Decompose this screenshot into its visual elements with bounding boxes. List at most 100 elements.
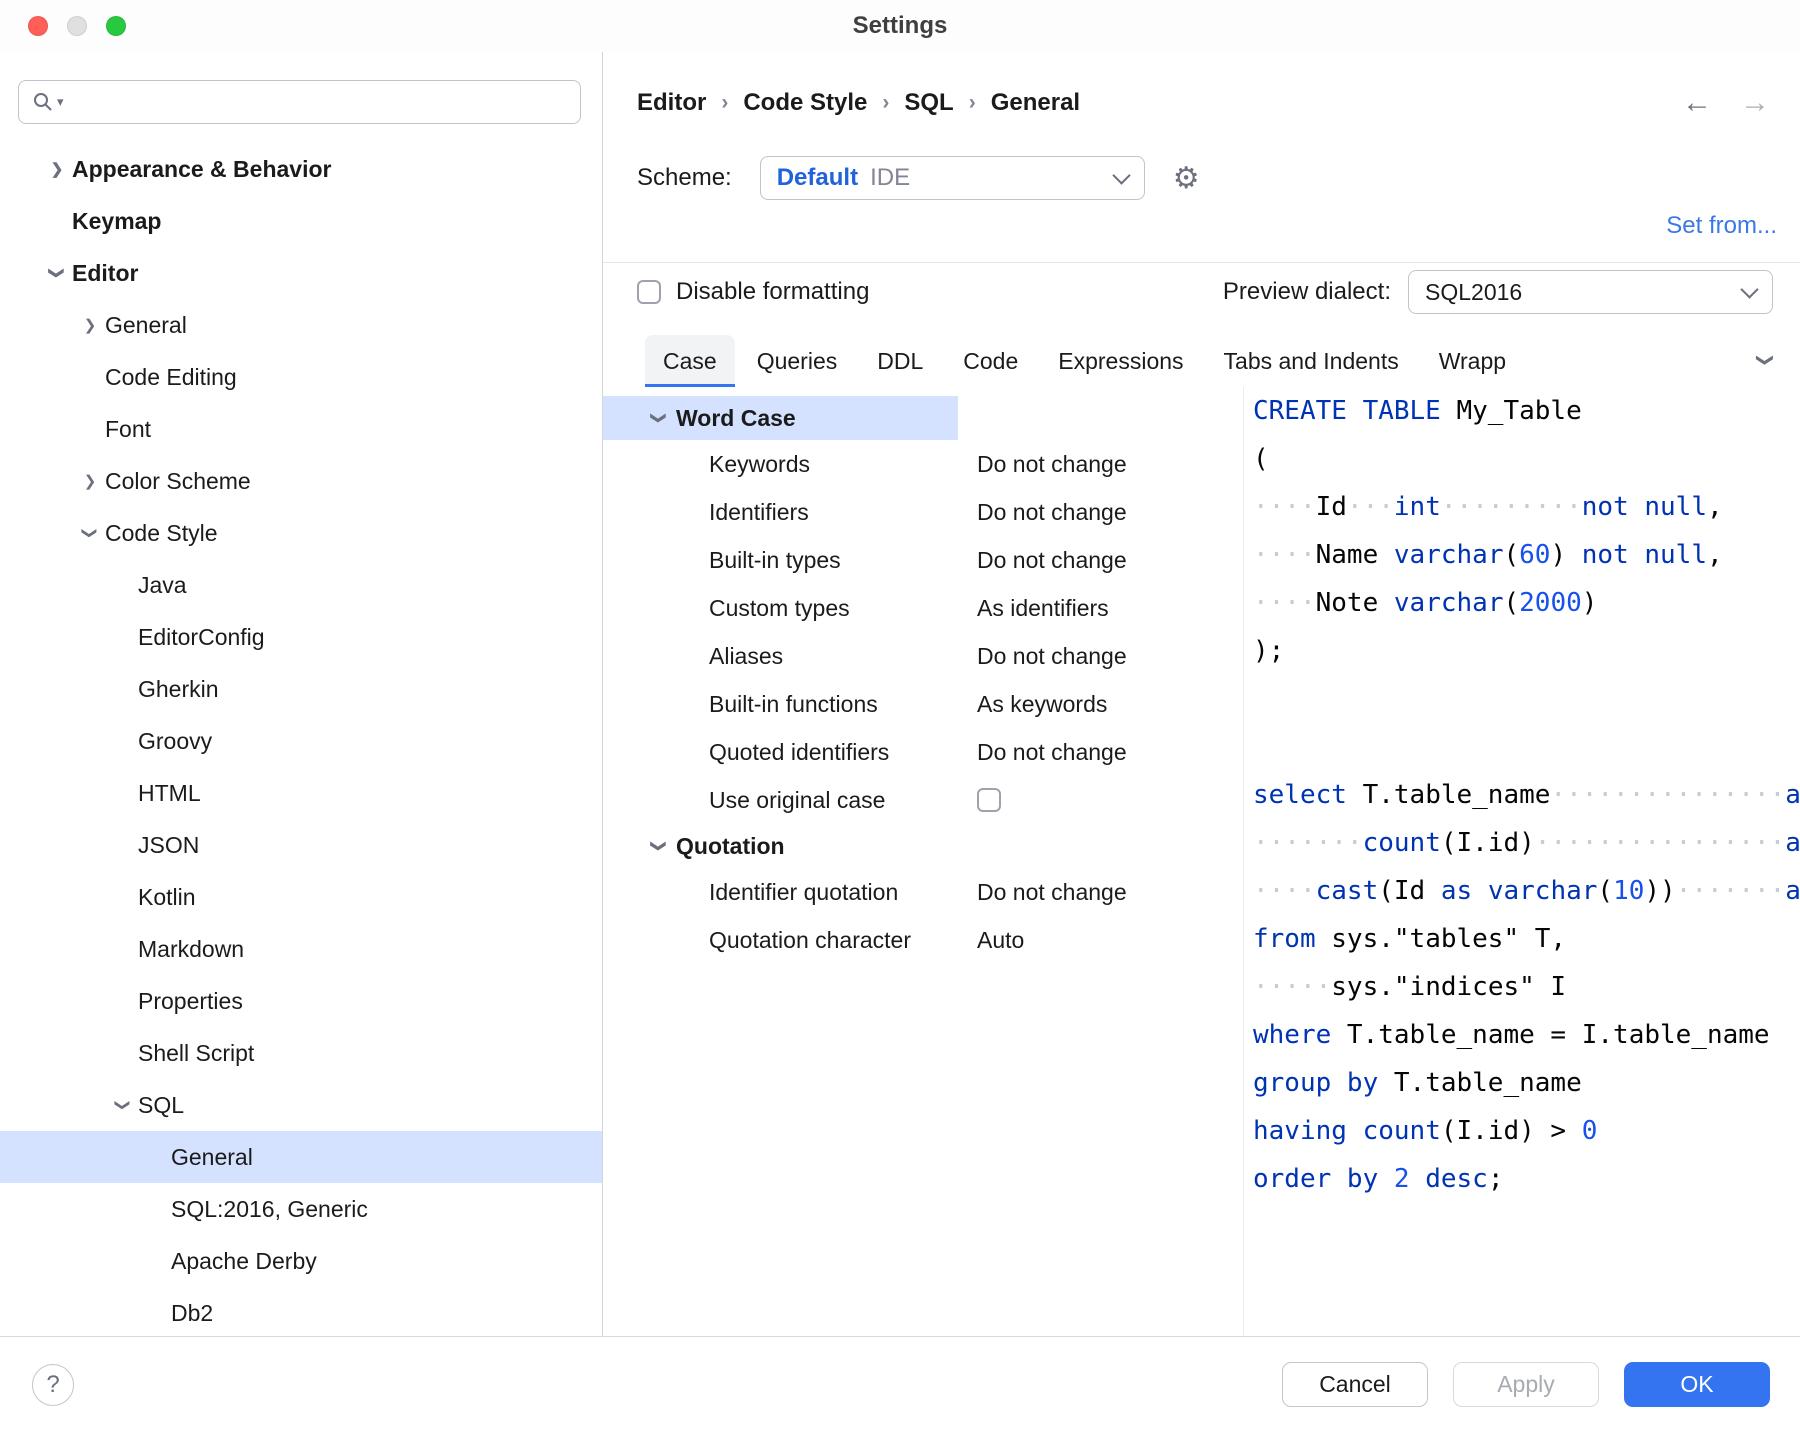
setting-value-dropdown[interactable]: Do not change (977, 547, 1127, 574)
tab-bar: CaseQueriesDDLCodeExpressionsTabs and In… (643, 335, 1730, 387)
setting-row-quoted-identifiers: Quoted identifiersDo not change (603, 728, 1243, 776)
setting-row-keywords: KeywordsDo not change (603, 440, 1243, 488)
chevron-right-icon[interactable]: ❯ (75, 316, 105, 334)
sidebar-item-label: JSON (138, 832, 199, 859)
breadcrumb-item-sql[interactable]: SQL (904, 89, 953, 117)
tab-code[interactable]: Code (945, 335, 1036, 387)
sidebar-item-general[interactable]: ❯General (0, 299, 602, 351)
chevron-down-icon (1112, 166, 1130, 184)
tab-expressions[interactable]: Expressions (1040, 335, 1201, 387)
tab-ddl[interactable]: DDL (859, 335, 941, 387)
sidebar-item-label: SQL (138, 1092, 184, 1119)
settings-tree: ❯Word CaseKeywordsDo not change Identifie… (603, 387, 1244, 1337)
setting-value-dropdown[interactable]: Do not change (977, 451, 1127, 478)
sidebar-item-shell-script[interactable]: Shell Script (0, 1027, 602, 1079)
chevron-down-icon[interactable]: ❯ (114, 1090, 132, 1120)
sidebar-item-properties[interactable]: Properties (0, 975, 602, 1027)
sidebar-item-label: HTML (138, 780, 201, 807)
close-button[interactable] (28, 16, 48, 36)
bottom-bar: ? Cancel Apply OK (0, 1336, 1800, 1432)
preview-dialect-select[interactable]: SQL2016 (1408, 270, 1773, 314)
tabs-overflow-chevron-icon[interactable]: ❯ (1755, 353, 1775, 367)
tab-tabs-and-indents[interactable]: Tabs and Indents (1206, 335, 1417, 387)
setting-row-built-in-functions: Built-in functionsAs keywords (603, 680, 1243, 728)
back-arrow-icon[interactable]: ← (1682, 86, 1712, 120)
setting-value-dropdown[interactable]: Do not change (977, 643, 1127, 670)
search-history-chevron-icon[interactable]: ▾ (57, 94, 64, 110)
sidebar-item-code-style[interactable]: ❯Code Style (0, 507, 602, 559)
forward-arrow-icon[interactable]: → (1740, 86, 1770, 120)
group-word-case[interactable]: ❯Word Case (603, 396, 1243, 440)
sidebar-item-general[interactable]: General (0, 1131, 602, 1183)
preview-dialect-label: Preview dialect: (1223, 278, 1391, 306)
sidebar-item-label: General (171, 1144, 253, 1171)
code-line: CREATE TABLE My_Table (1253, 387, 1800, 435)
chevron-right-icon[interactable]: ❯ (42, 160, 72, 178)
disable-formatting-checkbox[interactable] (637, 280, 661, 304)
setting-value-dropdown[interactable]: Do not change (977, 879, 1127, 906)
breadcrumb-item-general[interactable]: General (991, 89, 1080, 117)
ok-button[interactable]: OK (1624, 1362, 1770, 1407)
code-line: select T.table_name···············as (1253, 771, 1800, 819)
breadcrumb-item-code-style[interactable]: Code Style (743, 89, 867, 117)
chevron-down-icon[interactable]: ❯ (48, 258, 66, 288)
sidebar-item-appearance-behavior[interactable]: ❯Appearance & Behavior (0, 143, 602, 195)
breadcrumb-item-editor[interactable]: Editor (637, 89, 706, 117)
setting-row-quotation-character: Quotation characterAuto (603, 916, 1243, 964)
setting-value-dropdown[interactable]: As keywords (977, 691, 1107, 718)
sidebar-item-label: Properties (138, 988, 243, 1015)
sidebar-item-editorconfig[interactable]: EditorConfig (0, 611, 602, 663)
code-line (1253, 723, 1800, 771)
sidebar-item-markdown[interactable]: Markdown (0, 923, 602, 975)
zoom-button[interactable] (106, 16, 126, 36)
scheme-select[interactable]: Default IDE (760, 156, 1145, 200)
sidebar-item-java[interactable]: Java (0, 559, 602, 611)
sidebar-item-keymap[interactable]: Keymap (0, 195, 602, 247)
sidebar-item-kotlin[interactable]: Kotlin (0, 871, 602, 923)
setting-checkbox[interactable] (977, 788, 1001, 812)
chevron-down-icon[interactable]: ❯ (650, 833, 668, 859)
settings-window: Settings ▾ ❯Appearance & BehaviorKeymap❯… (0, 0, 1800, 1432)
tab-queries[interactable]: Queries (739, 335, 856, 387)
setting-label: Identifier quotation (709, 879, 977, 906)
setting-value-dropdown[interactable]: Do not change (977, 499, 1127, 526)
sidebar-item-apache-derby[interactable]: Apache Derby (0, 1235, 602, 1287)
disable-formatting-option[interactable]: Disable formatting (637, 278, 869, 306)
setting-label: Use original case (709, 787, 977, 814)
sidebar-item-label: Kotlin (138, 884, 196, 911)
chevron-down-icon[interactable]: ❯ (81, 518, 99, 548)
sidebar-item-label: Groovy (138, 728, 212, 755)
set-from-link[interactable]: Set from... (1666, 212, 1777, 239)
sidebar-item-editor[interactable]: ❯Editor (0, 247, 602, 299)
chevron-right-icon[interactable]: ❯ (75, 472, 105, 490)
group-quotation[interactable]: ❯Quotation (603, 824, 1243, 868)
sidebar-item-json[interactable]: JSON (0, 819, 602, 871)
search-input[interactable]: ▾ (18, 80, 581, 124)
tab-case[interactable]: Case (645, 335, 735, 387)
sidebar-item-color-scheme[interactable]: ❯Color Scheme (0, 455, 602, 507)
sidebar-item-label: Markdown (138, 936, 244, 963)
code-line: ····Name varchar(60) not null, (1253, 531, 1800, 579)
tab-wrapp[interactable]: Wrapp (1421, 335, 1524, 387)
cancel-button[interactable]: Cancel (1282, 1362, 1428, 1407)
sidebar-item-font[interactable]: Font (0, 403, 602, 455)
sidebar-item-code-editing[interactable]: Code Editing (0, 351, 602, 403)
gear-icon[interactable]: ⚙ (1173, 161, 1200, 196)
sidebar-item-sql-2016-generic[interactable]: SQL:2016, Generic (0, 1183, 602, 1235)
sidebar-item-groovy[interactable]: Groovy (0, 715, 602, 767)
main-content: Editor›Code Style›SQL›General ← → Scheme… (603, 52, 1800, 1337)
sidebar-item-label: Java (138, 572, 187, 599)
sidebar-item-gherkin[interactable]: Gherkin (0, 663, 602, 715)
scheme-value: Default (777, 164, 858, 192)
sidebar-item-db2[interactable]: Db2 (0, 1287, 602, 1337)
help-button[interactable]: ? (32, 1364, 74, 1406)
setting-value-dropdown[interactable]: Do not change (977, 739, 1127, 766)
setting-value-dropdown[interactable]: As identifiers (977, 595, 1109, 622)
apply-button[interactable]: Apply (1453, 1362, 1599, 1407)
sidebar-item-sql[interactable]: ❯SQL (0, 1079, 602, 1131)
code-line (1253, 675, 1800, 723)
setting-value-dropdown[interactable]: Auto (977, 927, 1024, 954)
titlebar: Settings (0, 0, 1800, 52)
sidebar-item-html[interactable]: HTML (0, 767, 602, 819)
chevron-down-icon[interactable]: ❯ (650, 405, 668, 431)
